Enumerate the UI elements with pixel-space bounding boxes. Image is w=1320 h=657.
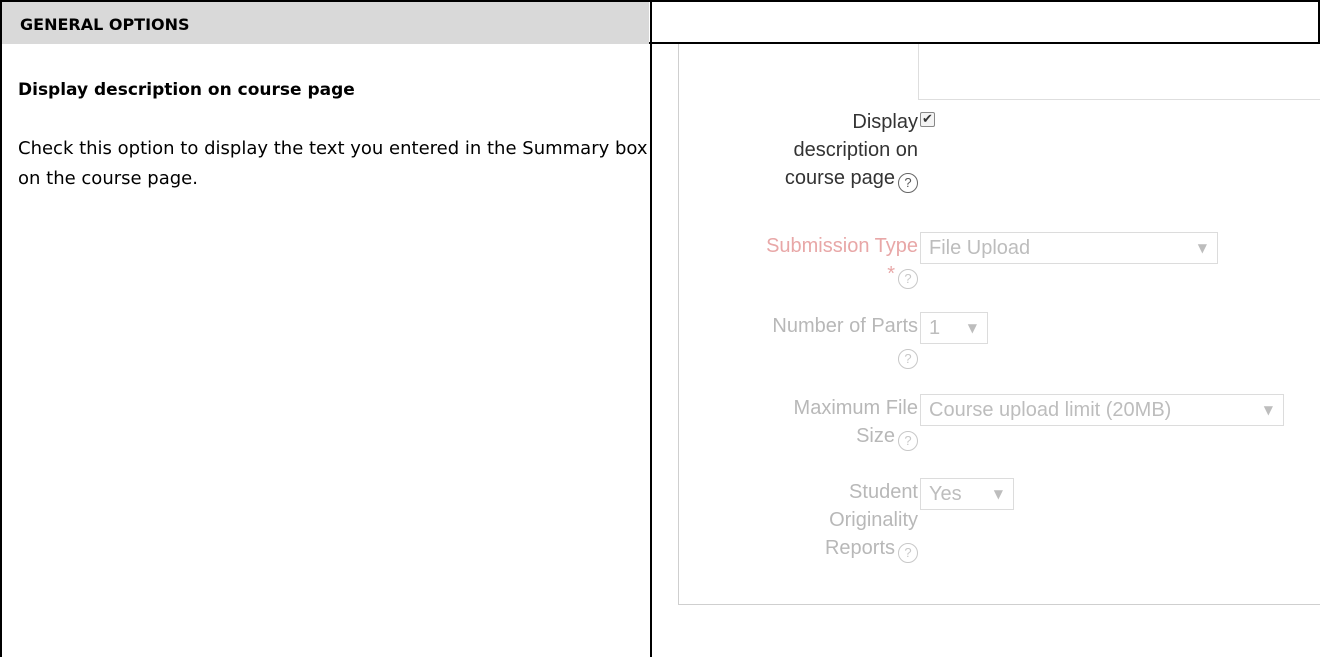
select-value: Yes <box>929 483 962 505</box>
document-table: GENERAL OPTIONS Display description on c… <box>0 0 1320 657</box>
max-file-size-select[interactable]: Course upload limit (20MB) ▼ <box>920 394 1284 426</box>
form-screenshot: Display description on course page? ✔ Su… <box>652 44 1320 657</box>
header-cell: GENERAL OPTIONS <box>2 2 649 44</box>
label-line: description on <box>793 139 918 161</box>
label-line: course page <box>784 167 895 189</box>
originality-reports-select[interactable]: Yes ▼ <box>920 478 1014 510</box>
select-value: File Upload <box>929 237 1031 259</box>
label-line: Maximum File <box>793 397 918 419</box>
help-icon[interactable]: ? <box>898 543 918 563</box>
summary-textarea[interactable] <box>918 44 1320 100</box>
display-description-checkbox[interactable]: ✔ <box>920 112 935 127</box>
originality-reports-label: Student Originality Reports? <box>825 478 918 563</box>
label-line: Student <box>849 481 918 503</box>
help-icon[interactable]: ? <box>898 173 918 193</box>
label-line: Display <box>852 111 918 133</box>
label-line: Reports <box>824 537 895 559</box>
label-line: Size <box>856 425 895 447</box>
select-value: Course upload limit (20MB) <box>929 399 1172 421</box>
help-icon[interactable]: ? <box>898 349 918 369</box>
max-file-size-label: Maximum File Size? <box>794 394 918 451</box>
chevron-down-icon: ▼ <box>1263 403 1273 417</box>
option-description: Check this option to display the text yo… <box>18 138 648 189</box>
help-icon[interactable]: ? <box>898 431 918 451</box>
chevron-down-icon: ▼ <box>993 487 1003 501</box>
chevron-down-icon: ▼ <box>1197 241 1207 255</box>
required-marker: * <box>887 263 895 285</box>
number-of-parts-label: Number of Parts ? <box>772 312 918 369</box>
option-heading: Display description on course page <box>18 80 355 100</box>
display-description-label: Display description on course page? <box>785 108 918 193</box>
help-icon[interactable]: ? <box>898 269 918 289</box>
select-value: 1 <box>929 317 941 339</box>
label-line: Number of Parts <box>772 315 918 337</box>
chevron-down-icon: ▼ <box>967 321 977 335</box>
label-line: Submission Type <box>766 235 918 257</box>
section-title: GENERAL OPTIONS <box>20 15 190 34</box>
number-of-parts-select[interactable]: 1 ▼ <box>920 312 988 344</box>
label-line: Originality <box>829 509 918 531</box>
submission-type-label: Submission Type *? <box>766 232 918 289</box>
table-left-border <box>0 0 2 657</box>
submission-type-select[interactable]: File Upload ▼ <box>920 232 1218 264</box>
option-explanation: Display description on course page Check… <box>18 78 648 194</box>
